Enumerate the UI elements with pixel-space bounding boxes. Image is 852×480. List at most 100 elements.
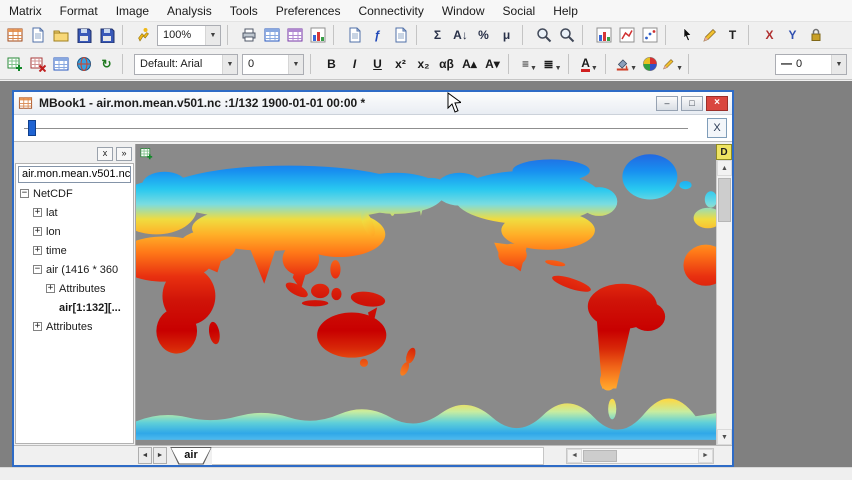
tree-item-netcdf[interactable]: −NetCDF [16,184,133,203]
chevron-down-icon[interactable]: ▼ [630,65,637,74]
tab-air[interactable]: air [170,447,212,465]
refresh-icon[interactable]: ↻ [95,53,118,75]
zoom-combo[interactable]: 100%▼ [157,25,221,46]
save-icon[interactable] [72,24,95,46]
subscript-icon[interactable]: x₂ [412,53,435,75]
expand-icon[interactable]: + [33,246,42,255]
scroll-left-icon[interactable]: ◄ [567,449,582,463]
function-plot-icon[interactable]: ƒ [366,24,389,46]
zoom-out-icon[interactable] [555,24,578,46]
matrix-image-view[interactable]: D ▲ ▼ [136,144,732,445]
draw-tool-icon[interactable] [698,24,721,46]
increase-font-icon[interactable]: A▴ [458,53,481,75]
import-wizard-icon[interactable] [132,24,155,46]
chevron-down-icon[interactable]: ▼ [831,55,846,74]
window-titlebar[interactable]: MBook1 - air.mon.mean.v501.nc :1/132 190… [14,92,732,115]
column-plot-icon[interactable] [592,24,615,46]
add-sheet-icon[interactable] [3,53,26,75]
matrix-sheet-icon[interactable] [283,24,306,46]
frame-slider-track[interactable] [24,128,688,129]
scroll-down-icon[interactable]: ▼ [717,429,732,445]
next-sheet-button[interactable]: ► [153,447,167,464]
menu-window[interactable]: Window [433,0,494,21]
tree-item-time[interactable]: +time [16,241,133,260]
chevron-down-icon[interactable]: ▼ [591,65,598,74]
chevron-down-icon[interactable]: ▼ [205,26,220,45]
palette-icon[interactable] [638,53,661,75]
print-icon[interactable] [237,24,260,46]
expand-icon[interactable]: + [33,227,42,236]
layout-icon[interactable] [389,24,412,46]
panel-close-button[interactable]: x [97,147,113,161]
data-dialog-button[interactable]: D [716,144,732,160]
duplicate-icon[interactable] [343,24,366,46]
menu-help[interactable]: Help [544,0,587,21]
chevron-down-icon[interactable]: ▼ [222,55,237,74]
close-button[interactable]: × [706,96,728,111]
menu-analysis[interactable]: Analysis [158,0,221,21]
menu-preferences[interactable]: Preferences [267,0,350,21]
tree-item-lon[interactable]: +lon [16,222,133,241]
decrease-font-icon[interactable]: A▾ [481,53,504,75]
menu-connectivity[interactable]: Connectivity [349,0,432,21]
tree-item-air-1416-360[interactable]: −air (1416 * 360 [16,260,133,279]
slider-close-button[interactable]: X [707,118,727,138]
line-width-combo[interactable]: —0▼ [775,54,847,75]
scroll-right-icon[interactable]: ► [698,449,713,463]
scroll-up-icon[interactable]: ▲ [717,160,732,176]
horizontal-scroll-track[interactable] [582,449,698,463]
new-sheet-icon[interactable] [26,24,49,46]
font-combo[interactable]: Default: Arial▼ [134,54,238,75]
chevron-down-icon[interactable]: ▼ [530,65,537,74]
vertical-scroll-track[interactable] [717,176,732,429]
superscript-icon[interactable]: x² [389,53,412,75]
menu-tools[interactable]: Tools [221,0,267,21]
maximize-button[interactable]: □ [681,96,703,111]
matrix-object-icon[interactable] [139,147,154,160]
tree-item-attributes[interactable]: +Attributes [16,317,133,336]
collapse-icon[interactable]: − [33,265,42,274]
dataset-selector[interactable]: air.mon.mean.v501.nc [16,165,133,184]
expand-icon[interactable]: + [33,208,42,217]
delete-sheet-icon[interactable] [26,53,49,75]
list-icon[interactable]: ≣▼ [541,53,564,75]
sum-icon[interactable]: Σ [426,24,449,46]
menu-format[interactable]: Format [51,0,107,21]
pointer-tool-icon[interactable] [675,24,698,46]
x-column-icon[interactable]: X [758,24,781,46]
mbook-window[interactable]: MBook1 - air.mon.mean.v501.nc :1/132 190… [12,90,734,467]
menu-social[interactable]: Social [494,0,545,21]
collapse-icon[interactable]: − [20,189,29,198]
greek-icon[interactable]: αβ [435,53,458,75]
worksheet-icon[interactable] [260,24,283,46]
new-graph-icon[interactable] [306,24,329,46]
move-sheet-icon[interactable] [49,53,72,75]
pencil-icon[interactable]: ▼ [661,53,684,75]
bold-icon[interactable]: B [320,53,343,75]
expand-icon[interactable]: + [33,322,42,331]
italic-icon[interactable]: I [343,53,366,75]
menu-image[interactable]: Image [107,0,158,21]
lock-icon[interactable] [804,24,827,46]
sort-icon[interactable]: A↓ [449,24,472,46]
tree-item-attributes[interactable]: +Attributes [16,279,133,298]
statistics-icon[interactable]: μ [495,24,518,46]
save-all-icon[interactable] [95,24,118,46]
minimize-button[interactable]: – [656,96,678,111]
tree-item-lat[interactable]: +lat [16,203,133,222]
line-plot-icon[interactable] [615,24,638,46]
text-tool-icon[interactable]: T [721,24,744,46]
new-matrix-icon[interactable] [3,24,26,46]
chevron-down-icon[interactable]: ▼ [555,65,562,74]
scatter-plot-icon[interactable] [638,24,661,46]
align-icon[interactable]: ≡▼ [518,53,541,75]
vertical-scrollbar[interactable]: ▲ ▼ [716,160,732,445]
open-icon[interactable] [49,24,72,46]
chevron-down-icon[interactable]: ▼ [288,55,303,74]
font-size-combo[interactable]: 0▼ [242,54,304,75]
underline-icon[interactable]: U [366,53,389,75]
menu-matrix[interactable]: Matrix [0,0,51,21]
chevron-down-icon[interactable]: ▼ [676,65,683,74]
font-color-icon[interactable]: A▼ [578,53,601,75]
fill-color-icon[interactable]: ▼ [615,53,638,75]
